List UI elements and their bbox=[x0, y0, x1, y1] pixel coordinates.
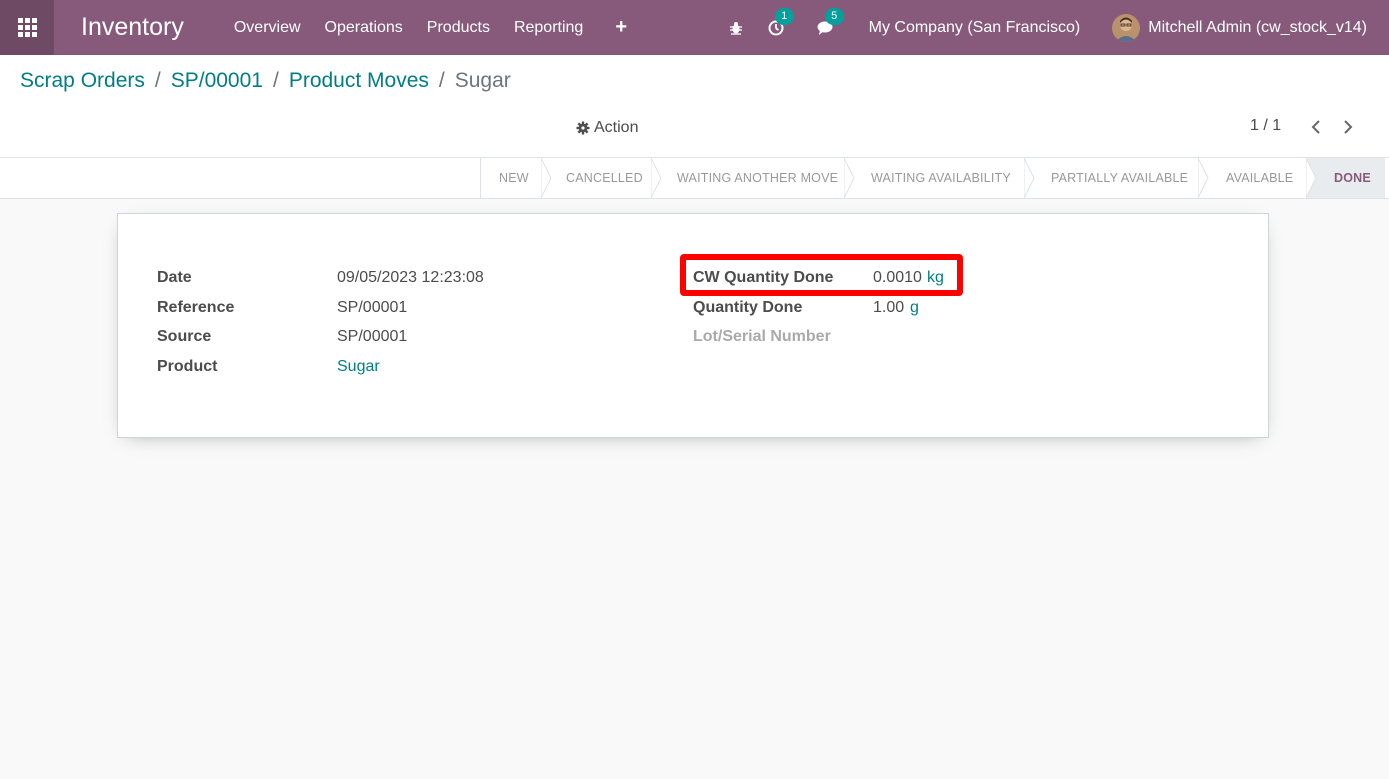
source-label: Source bbox=[157, 328, 212, 345]
gear-icon bbox=[576, 121, 590, 135]
systray: 1 5 My Company (San Francisco) Mitchell … bbox=[725, 0, 1389, 55]
lot-serial-number-label: Lot/Serial Number bbox=[693, 328, 831, 345]
form-sheet bbox=[117, 213, 1269, 438]
stage-label: New bbox=[499, 171, 529, 185]
date-label: Date bbox=[157, 269, 192, 286]
stage-label: Available bbox=[1226, 171, 1294, 185]
control-panel: Scrap Orders / SP/00001 / Product Moves … bbox=[0, 55, 1389, 158]
date-value: 09/05/2023 12:23:08 bbox=[337, 269, 484, 286]
breadcrumb-separator: / bbox=[272, 69, 279, 92]
messages-chat-icon[interactable]: 5 bbox=[815, 7, 844, 39]
breadcrumb-scrap-orders[interactable]: Scrap Orders bbox=[20, 69, 145, 93]
stage-new[interactable]: New bbox=[480, 158, 552, 198]
stage-label: Waiting Availability bbox=[871, 171, 1011, 185]
breadcrumb-current: Sugar bbox=[454, 69, 511, 92]
debug-bug-icon[interactable] bbox=[725, 17, 747, 39]
quantity-uom-link[interactable]: g bbox=[910, 299, 919, 317]
source-value: SP/00001 bbox=[337, 328, 408, 345]
chevron-left-icon bbox=[1311, 120, 1320, 134]
status-bar: New Cancelled Waiting Another Move Waiti… bbox=[0, 158, 1389, 199]
status-stages: New Cancelled Waiting Another Move Waiti… bbox=[480, 158, 1385, 198]
stage-label: Cancelled bbox=[566, 171, 643, 185]
menu-reporting[interactable]: Reporting bbox=[514, 19, 583, 37]
breadcrumb-product-moves[interactable]: Product Moves bbox=[289, 69, 429, 93]
pager-value[interactable]: 1 / 1 bbox=[1250, 117, 1281, 135]
stage-partially-available[interactable]: Partially Available bbox=[1025, 158, 1209, 198]
messages-badge: 5 bbox=[824, 7, 844, 25]
stage-available[interactable]: Available bbox=[1199, 158, 1317, 198]
action-menu-button[interactable]: Action bbox=[576, 119, 638, 137]
app-title[interactable]: Inventory bbox=[81, 13, 184, 42]
company-switcher[interactable]: My Company (San Francisco) bbox=[869, 19, 1081, 37]
chevron-right-icon bbox=[1344, 120, 1353, 134]
stage-label-current: Done bbox=[1334, 171, 1371, 185]
stage-waiting-another-move[interactable]: Waiting Another Move bbox=[652, 158, 855, 198]
reference-label: Reference bbox=[157, 299, 235, 316]
pager-next-button[interactable] bbox=[1338, 115, 1358, 139]
quantity-done-value: 1.00 bbox=[873, 299, 905, 316]
stage-done[interactable]: Done bbox=[1307, 158, 1385, 198]
grid-icon bbox=[17, 18, 37, 37]
breadcrumb-separator: / bbox=[154, 69, 161, 92]
breadcrumb-separator: / bbox=[438, 69, 445, 92]
app-menu-button[interactable] bbox=[0, 0, 54, 55]
activity-clock-icon[interactable]: 1 bbox=[765, 7, 794, 39]
product-label: Product bbox=[157, 358, 218, 375]
stage-label: Partially Available bbox=[1051, 171, 1189, 185]
menu-products[interactable]: Products bbox=[427, 19, 490, 37]
stage-waiting-availability[interactable]: Waiting Availability bbox=[845, 158, 1035, 198]
action-label: Action bbox=[594, 119, 639, 136]
top-navbar: Inventory Overview Operations Products R… bbox=[0, 0, 1389, 55]
product-link[interactable]: Sugar bbox=[337, 358, 380, 376]
user-menu[interactable]: Mitchell Admin (cw_stock_v14) bbox=[1112, 13, 1367, 42]
highlight-box bbox=[680, 254, 963, 296]
pager-previous-button[interactable] bbox=[1306, 115, 1326, 139]
menu-overview[interactable]: Overview bbox=[234, 19, 301, 37]
quantity-done-label: Quantity Done bbox=[693, 299, 803, 316]
breadcrumb-scrap-record[interactable]: SP/00001 bbox=[171, 69, 263, 93]
menu-operations[interactable]: Operations bbox=[325, 19, 403, 37]
user-name: Mitchell Admin (cw_stock_v14) bbox=[1148, 18, 1367, 36]
menu-plus-icon[interactable]: + bbox=[615, 16, 627, 39]
stage-label: Waiting Another Move bbox=[677, 171, 839, 185]
stage-cancelled[interactable]: Cancelled bbox=[542, 158, 662, 198]
activity-badge: 1 bbox=[774, 7, 794, 25]
avatar bbox=[1112, 13, 1141, 42]
breadcrumb: Scrap Orders / SP/00001 / Product Moves … bbox=[20, 69, 511, 93]
reference-value: SP/00001 bbox=[337, 299, 408, 316]
